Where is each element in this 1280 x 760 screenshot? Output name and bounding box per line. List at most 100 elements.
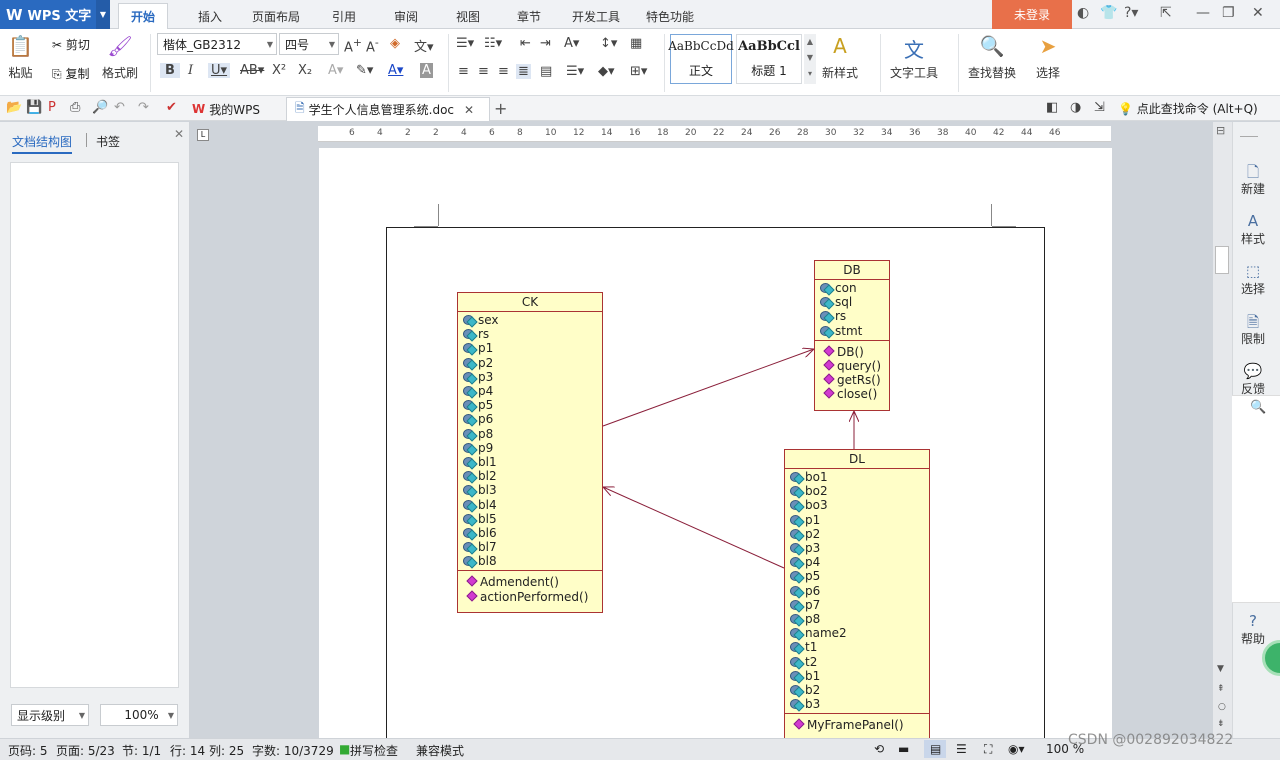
uml-class-db[interactable]: DB con sql rs stmt DB() query() getRs() close(…: [814, 260, 890, 411]
status-row[interactable]: 行: 14: [170, 742, 205, 759]
class-attribute: p6: [789, 584, 929, 598]
field-icon: [462, 428, 477, 440]
attribute-name: p4: [805, 555, 821, 570]
status-page[interactable]: 页码: 5: [8, 742, 48, 759]
class-attribute: bl6: [462, 526, 602, 540]
attribute-name: p9: [478, 440, 494, 455]
field-icon: [462, 413, 477, 425]
field-icon: [462, 328, 477, 340]
chat-icon: 💬: [1243, 362, 1263, 380]
operation-name: actionPerformed(): [480, 589, 589, 604]
rightbar-style[interactable]: A 样式: [1236, 212, 1270, 247]
web-view-icon[interactable]: ☰: [956, 742, 967, 756]
field-icon: [789, 698, 804, 710]
attribute-name: p8: [805, 611, 821, 626]
prev-page-icon[interactable]: ⇞: [1217, 684, 1225, 694]
outline-view-icon[interactable]: ▬: [898, 742, 909, 756]
status-col[interactable]: 列: 25: [209, 742, 244, 759]
rightbar-help[interactable]: ? 帮助: [1236, 612, 1270, 647]
attribute-name: bl4: [478, 497, 497, 512]
status-section[interactable]: 节: 1/1: [122, 742, 161, 759]
class-attribute: name2: [789, 626, 929, 640]
status-compat-mode: 兼容模式: [416, 744, 465, 758]
field-icon: [462, 499, 477, 511]
attribute-name: bl1: [478, 454, 497, 469]
eye-protect-icon[interactable]: ◉▾: [1008, 742, 1025, 756]
class-operation: close(): [823, 387, 889, 401]
attribute-name: p2: [805, 526, 821, 541]
attribute-name: p1: [478, 341, 494, 356]
field-icon: [462, 385, 477, 397]
attribute-name: p3: [478, 369, 494, 384]
attribute-name: b1: [805, 668, 821, 683]
reading-view-icon[interactable]: ⛶: [984, 742, 992, 757]
field-icon: [462, 371, 477, 383]
attribute-name: b3: [805, 697, 821, 712]
uml-class-dl[interactable]: DL bo1 bo2 bo3 p1 p2 p3 p4 p5 p6 p7 p8 name2 t1 t2 b1 b…: [784, 449, 930, 741]
revision-icon[interactable]: ⟲: [874, 742, 884, 756]
field-icon: [789, 528, 804, 540]
attribute-name: sql: [835, 295, 853, 310]
operation-name: MyFramePanel(): [807, 718, 904, 733]
split-icon[interactable]: ⊟: [1216, 124, 1225, 137]
field-icon: [789, 613, 804, 625]
rightbar-restrict[interactable]: 🗎 限制: [1236, 312, 1270, 347]
status-pages[interactable]: 页面: 5/23: [56, 742, 115, 759]
attribute-name: bo3: [805, 498, 828, 513]
status-spell-check[interactable]: 拼写检查: [350, 742, 398, 759]
field-icon: [462, 357, 477, 369]
scroll-thumb[interactable]: [1215, 246, 1229, 274]
field-icon: [462, 527, 477, 539]
class-operation: Admendent(): [466, 575, 602, 589]
class-attribute: t2: [789, 654, 929, 669]
attribute-name: p1: [805, 512, 821, 527]
page-view-icon[interactable]: ▤: [930, 742, 941, 756]
class-attribute: p5: [789, 569, 929, 583]
field-icon: [462, 470, 477, 482]
lock-doc-icon: 🗎: [1246, 313, 1260, 331]
operation-name: getRs(): [837, 373, 881, 388]
method-icon: [823, 374, 835, 386]
browse-object-icon[interactable]: ○: [1218, 702, 1226, 712]
operations: Admendent() actionPerformed(): [458, 570, 602, 605]
class-attribute: bl8: [462, 554, 602, 568]
vertical-scrollbar[interactable]: [1213, 122, 1232, 738]
scroll-down-icon[interactable]: ▼: [1217, 664, 1224, 674]
method-icon: [466, 591, 478, 603]
class-attribute: bo3: [789, 498, 929, 512]
doc-search-icon[interactable]: 🔍: [1250, 400, 1266, 415]
field-icon: [462, 399, 477, 411]
class-attribute: bl4: [462, 497, 602, 512]
class-attribute: p5: [462, 398, 602, 412]
rightbar-select-label: 选择: [1240, 282, 1265, 296]
class-attribute: p2: [789, 527, 929, 541]
field-icon: [789, 514, 804, 526]
class-attribute: p8: [789, 612, 929, 626]
attribute-name: t2: [805, 654, 818, 669]
spell-check-icon: ■: [339, 742, 351, 756]
field-icon: [819, 325, 834, 337]
class-attribute: p2: [462, 356, 602, 370]
class-attribute: con: [819, 281, 889, 295]
class-attribute: p4: [462, 384, 602, 398]
field-icon: [789, 684, 804, 696]
field-icon: [819, 310, 834, 322]
attribute-name: p8: [478, 426, 494, 441]
class-attribute: sex: [462, 313, 602, 327]
field-icon: [789, 599, 804, 611]
attribute-name: p2: [478, 355, 494, 370]
attribute-name: bl6: [478, 525, 497, 540]
class-operation: DB(): [823, 345, 889, 359]
class-operation: getRs(): [823, 373, 889, 387]
field-icon: [789, 585, 804, 597]
rightbar-new[interactable]: 🗋 新建: [1236, 162, 1270, 197]
rightbar-select[interactable]: ⬚ 选择: [1236, 262, 1270, 297]
new-doc-icon: 🗋: [1246, 163, 1260, 181]
rightbar-feedback[interactable]: 💬 反馈: [1236, 362, 1270, 397]
uml-class-ck[interactable]: CK sex rs p1 p2 p3 p4 p5 p6 p8 p9 bl1 bl2 bl3 bl4 bl5 b…: [457, 292, 603, 613]
status-words[interactable]: 字数: 10/3729: [252, 742, 334, 759]
next-page-icon[interactable]: ⇟: [1217, 719, 1225, 729]
attribute-name: bo1: [805, 470, 828, 485]
rightbar-new-label: 新建: [1240, 182, 1265, 196]
task-pane-panel[interactable]: [1232, 395, 1280, 603]
